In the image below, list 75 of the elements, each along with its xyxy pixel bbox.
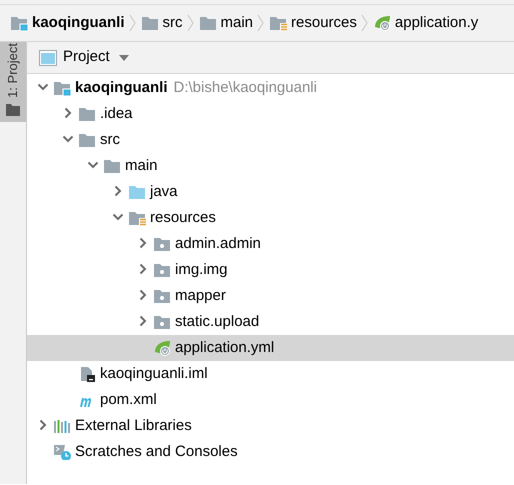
tree-item-label: static.upload [175, 312, 260, 332]
chevron-down-icon[interactable] [37, 81, 49, 93]
breadcrumb-item[interactable]: kaoqinguanli [10, 12, 125, 34]
tree-item-label: .idea [100, 104, 133, 124]
tree-row[interactable]: kaoqinguanli D:\bishe\kaoqinguanli [27, 75, 514, 101]
leaf-file-icon [153, 340, 171, 356]
tree-row[interactable]: resources [27, 205, 514, 231]
chevron-right-icon[interactable] [37, 419, 49, 431]
tree-item-label: Scratches and Consoles [75, 442, 238, 462]
tree-row[interactable]: java [27, 179, 514, 205]
tree-item-label: img.img [175, 260, 228, 280]
tree-row[interactable]: main [27, 153, 514, 179]
project-tool-tab[interactable]: 1: Project [0, 42, 26, 122]
tree-item-label: kaoqinguanli [75, 78, 168, 98]
tree-row[interactable]: application.yml [27, 335, 514, 361]
module-folder-icon [10, 15, 28, 31]
chevron-down-icon[interactable] [87, 159, 99, 171]
folder-icon [78, 132, 96, 148]
project-view-icon [39, 50, 57, 66]
folder-icon [6, 104, 20, 116]
folder-icon [103, 158, 121, 174]
dropdown-caret-icon[interactable] [119, 54, 130, 60]
tree-item-label: mapper [175, 286, 226, 306]
folder-icon [140, 15, 159, 31]
chevron-right-icon[interactable] [112, 185, 124, 197]
resources-folder-icon [269, 15, 288, 31]
tree-row[interactable]: pom.xml [27, 387, 514, 413]
panel-title: Project [63, 47, 110, 68]
tree-item-label: application.yml [175, 338, 274, 358]
tree-item-label: pom.xml [100, 390, 157, 410]
leaf-file-icon [372, 15, 391, 31]
chevron-separator-icon [186, 14, 195, 32]
chevron-separator-icon [360, 14, 369, 32]
folder-icon [198, 15, 217, 31]
tree-item-label: resources [150, 208, 216, 228]
tree-row[interactable]: Scratches and Consoles [27, 439, 514, 465]
chevron-right-icon[interactable] [137, 263, 149, 275]
libraries-icon [53, 418, 71, 434]
tree-row[interactable]: mapper [27, 283, 514, 309]
resources-folder-icon [128, 210, 146, 226]
chevron-right-icon[interactable] [137, 237, 149, 249]
package-folder-icon [153, 288, 171, 304]
breadcrumb-item[interactable]: resources [269, 12, 357, 34]
package-folder-icon [153, 314, 171, 330]
folder-icon [78, 106, 96, 122]
tree-item-label: src [100, 130, 120, 150]
tree-item-label: admin.admin [175, 234, 261, 254]
chevron-down-icon[interactable] [112, 211, 124, 223]
tree-row[interactable]: admin.admin [27, 231, 514, 257]
project-path-text: D:\bishe\kaoqinguanli [174, 78, 317, 98]
tree-item-label: kaoqinguanli.iml [100, 364, 208, 384]
tree-row[interactable]: kaoqinguanli.iml [27, 361, 514, 387]
file-icon [78, 366, 96, 382]
package-folder-icon [153, 236, 171, 252]
tree-item-label: External Libraries [75, 416, 192, 436]
chevron-separator-icon [257, 14, 266, 32]
chevron-right-icon[interactable] [137, 289, 149, 301]
tree-item-label: main [125, 156, 158, 176]
tree-row[interactable]: .idea [27, 101, 514, 127]
breadcrumb-item[interactable]: application.y [372, 12, 478, 34]
package-folder-icon [153, 262, 171, 278]
breadcrumb-item[interactable]: src [140, 12, 183, 34]
folder-icon [128, 184, 146, 200]
chevron-right-icon[interactable] [137, 315, 149, 327]
tree-row[interactable]: img.img [27, 257, 514, 283]
chevron-down-icon[interactable] [62, 133, 74, 145]
tree-row[interactable]: External Libraries [27, 413, 514, 439]
scratches-icon [53, 444, 71, 460]
chevron-right-icon[interactable] [62, 107, 74, 119]
breadcrumb-item[interactable]: main [198, 12, 254, 34]
tree-item-label: java [150, 182, 178, 202]
chevron-separator-icon [128, 14, 137, 32]
module-folder-icon [53, 80, 71, 96]
tree-row[interactable]: static.upload [27, 309, 514, 335]
tree-row[interactable]: src [27, 127, 514, 153]
